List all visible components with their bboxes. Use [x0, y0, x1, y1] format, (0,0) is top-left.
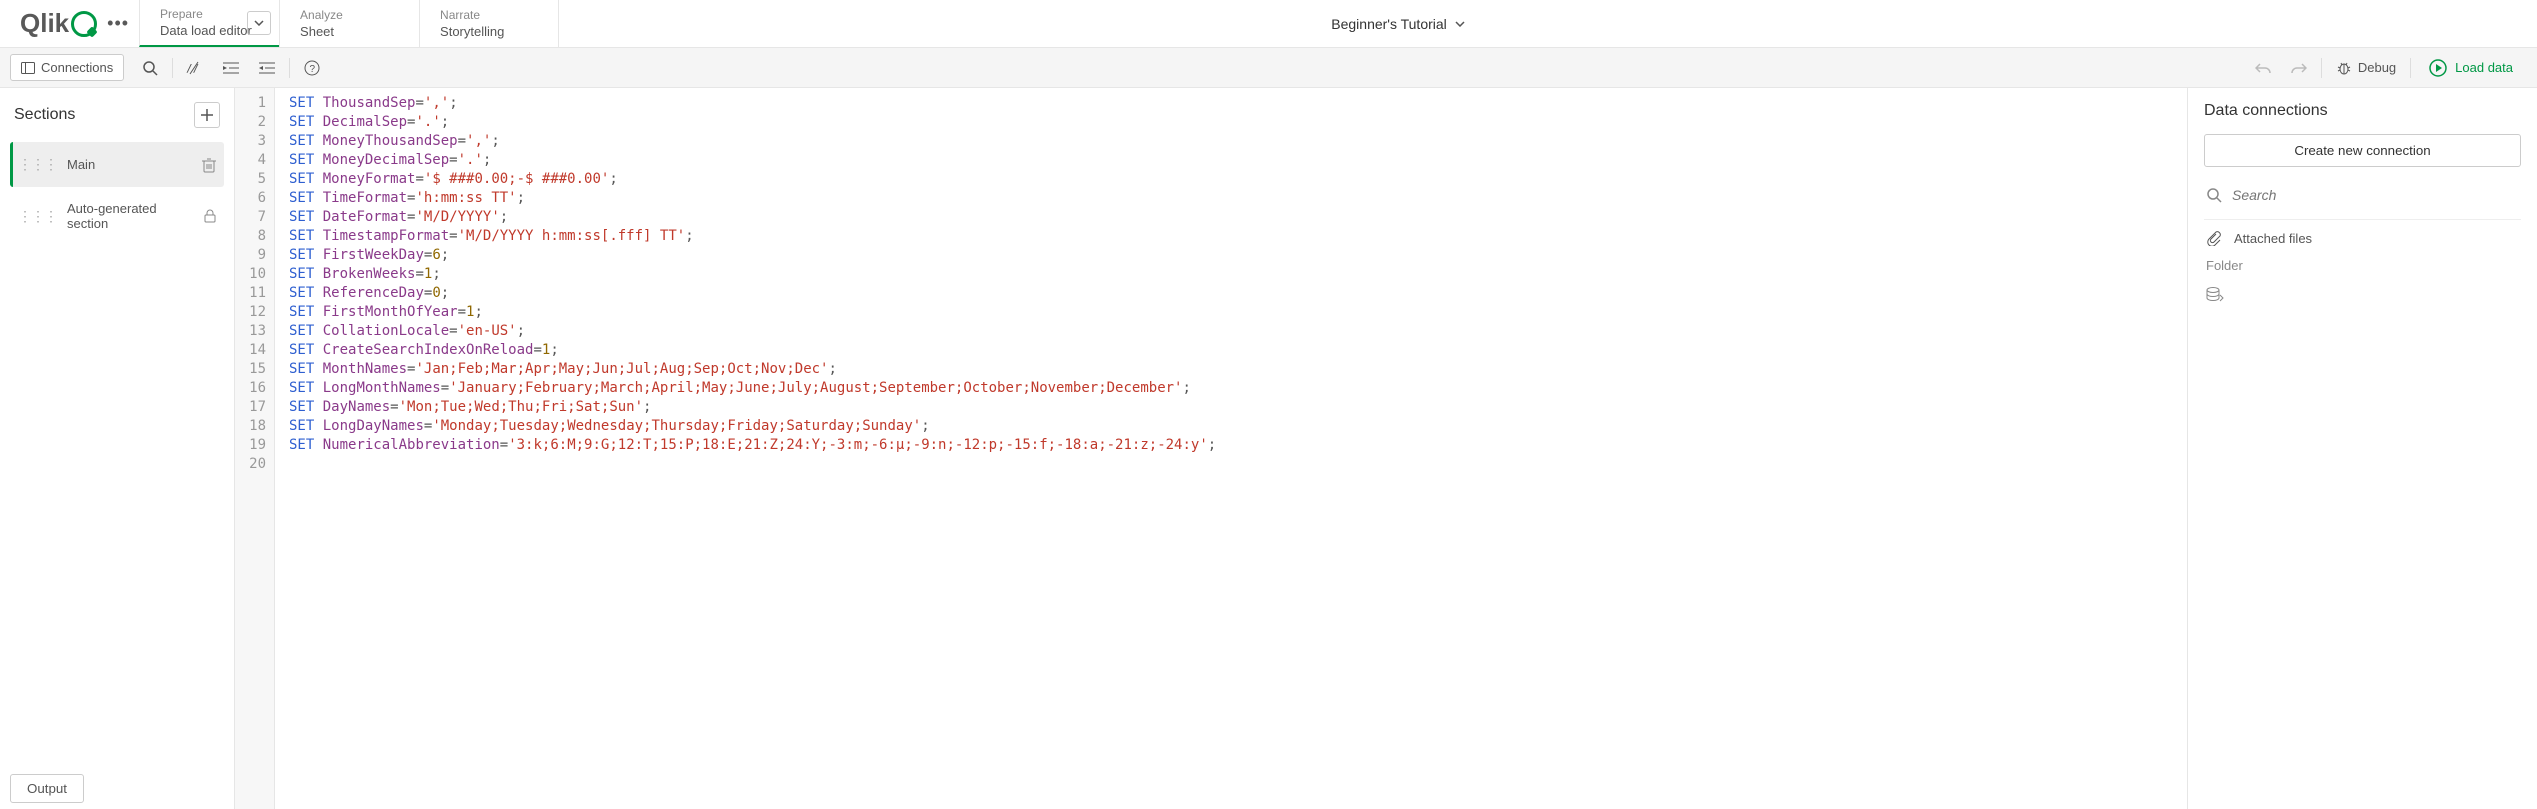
code-line[interactable]: SET MoneyDecimalSep='.';: [289, 151, 1216, 170]
section-item-auto-generated[interactable]: ⋮⋮⋮ Auto-generated section: [10, 187, 224, 245]
code-line[interactable]: SET TimestampFormat='M/D/YYYY h:mm:ss[.f…: [289, 227, 1216, 246]
code-line[interactable]: SET CreateSearchIndexOnReload=1;: [289, 341, 1216, 360]
tab-big-label: Data load editor: [160, 23, 259, 38]
code-line[interactable]: SET BrokenWeeks=1;: [289, 265, 1216, 284]
folder-label: Folder: [2204, 256, 2521, 283]
lock-icon: [204, 209, 216, 223]
logo-q-icon: [71, 11, 97, 37]
connections-button[interactable]: Connections: [10, 54, 124, 81]
output-button[interactable]: Output: [10, 774, 84, 803]
tab-small-label: Narrate: [440, 8, 538, 22]
app-title-text: Beginner's Tutorial: [1331, 16, 1447, 32]
code-body[interactable]: SET ThousandSep=',';SET DecimalSep='.';S…: [275, 88, 1226, 809]
svg-text:?: ?: [310, 64, 316, 75]
code-line[interactable]: SET DateFormat='M/D/YYYY';: [289, 208, 1216, 227]
debug-label: Debug: [2358, 60, 2396, 75]
sections-panel: Sections ⋮⋮⋮ Main ⋮⋮⋮ Auto-generated sec…: [0, 88, 235, 809]
tab-small-label: Analyze: [300, 8, 399, 22]
section-label: Main: [67, 157, 95, 172]
data-connections-title: Data connections: [2204, 102, 2521, 120]
tab-prepare[interactable]: Prepare Data load editor: [139, 0, 279, 47]
attached-files-label: Attached files: [2234, 231, 2312, 246]
select-data-icon[interactable]: [2204, 283, 2521, 307]
logo-area: Qlik •••: [0, 8, 139, 39]
data-connections-panel: Data connections Create new connection A…: [2187, 88, 2537, 809]
sections-header: Sections: [10, 102, 224, 128]
app-title-dropdown[interactable]: Beginner's Tutorial: [559, 16, 2237, 32]
main-area: Sections ⋮⋮⋮ Main ⋮⋮⋮ Auto-generated sec…: [0, 88, 2537, 809]
code-line[interactable]: SET MoneyFormat='$ ###0.00;-$ ###0.00';: [289, 170, 1216, 189]
logo-text: Qlik: [20, 8, 69, 39]
code-line[interactable]: SET MoneyThousandSep=',';: [289, 132, 1216, 151]
code-editor[interactable]: 1234567891011121314151617181920 SET Thou…: [235, 88, 2187, 809]
code-line[interactable]: SET CollationLocale='en-US';: [289, 322, 1216, 341]
outdent-icon[interactable]: [249, 54, 285, 82]
sections-title: Sections: [14, 106, 75, 124]
code-line[interactable]: SET ThousandSep=',';: [289, 94, 1216, 113]
code-line[interactable]: SET DayNames='Mon;Tue;Wed;Thu;Fri;Sat;Su…: [289, 398, 1216, 417]
tab-big-label: Storytelling: [440, 24, 538, 39]
tab-narrate[interactable]: Narrate Storytelling: [419, 0, 559, 47]
add-section-button[interactable]: [194, 102, 220, 128]
bug-icon: [2336, 60, 2352, 76]
more-icon[interactable]: •••: [107, 13, 129, 34]
chevron-down-icon: [1455, 21, 1465, 27]
play-icon: [2429, 59, 2447, 77]
load-data-button[interactable]: Load data: [2415, 59, 2527, 77]
drag-handle-icon[interactable]: ⋮⋮⋮: [18, 156, 57, 173]
code-line[interactable]: SET MonthNames='Jan;Feb;Mar;Apr;May;Jun;…: [289, 360, 1216, 379]
attached-files-row[interactable]: Attached files: [2204, 219, 2521, 256]
section-item-main[interactable]: ⋮⋮⋮ Main: [10, 142, 224, 187]
search-icon: [2206, 187, 2222, 203]
undo-icon[interactable]: [2245, 54, 2281, 82]
attachment-icon: [2206, 230, 2222, 246]
comment-toggle-icon[interactable]: //: [177, 54, 213, 82]
create-connection-button[interactable]: Create new connection: [2204, 134, 2521, 167]
code-line[interactable]: SET NumericalAbbreviation='3:k;6:M;9:G;1…: [289, 436, 1216, 455]
tab-small-label: Prepare: [160, 7, 259, 21]
code-line[interactable]: SET TimeFormat='h:mm:ss TT';: [289, 189, 1216, 208]
toolbar-right: Debug Load data: [2245, 54, 2527, 82]
search-icon[interactable]: [132, 54, 168, 82]
connection-search-input[interactable]: [2232, 187, 2519, 203]
connections-label: Connections: [41, 60, 113, 75]
nav-tabs: Prepare Data load editor Analyze Sheet N…: [139, 0, 559, 47]
code-line[interactable]: SET LongDayNames='Monday;Tuesday;Wednesd…: [289, 417, 1216, 436]
debug-button[interactable]: Debug: [2326, 60, 2406, 76]
code-line[interactable]: SET ReferenceDay=0;: [289, 284, 1216, 303]
toolbar: Connections // ? Debug: [0, 48, 2537, 88]
code-line[interactable]: SET FirstWeekDay=6;: [289, 246, 1216, 265]
code-line[interactable]: SET DecimalSep='.';: [289, 113, 1216, 132]
line-gutter: 1234567891011121314151617181920: [235, 88, 275, 809]
connection-search[interactable]: [2204, 181, 2521, 209]
code-line[interactable]: [289, 455, 1216, 474]
section-label: Auto-generated section: [67, 201, 194, 231]
toolbar-left: Connections // ?: [10, 54, 330, 82]
qlik-logo: Qlik: [20, 8, 97, 39]
load-label: Load data: [2455, 60, 2513, 75]
code-line[interactable]: SET FirstMonthOfYear=1;: [289, 303, 1216, 322]
indent-icon[interactable]: [213, 54, 249, 82]
tab-analyze[interactable]: Analyze Sheet: [279, 0, 419, 47]
code-line[interactable]: SET LongMonthNames='January;February;Mar…: [289, 379, 1216, 398]
drag-handle-icon[interactable]: ⋮⋮⋮: [18, 208, 57, 225]
panel-icon: [21, 62, 35, 74]
help-icon[interactable]: ?: [294, 54, 330, 82]
redo-icon[interactable]: [2281, 54, 2317, 82]
chevron-down-icon[interactable]: [247, 11, 271, 35]
trash-icon[interactable]: [202, 157, 216, 173]
tab-big-label: Sheet: [300, 24, 399, 39]
top-bar: Qlik ••• Prepare Data load editor Analyz…: [0, 0, 2537, 48]
